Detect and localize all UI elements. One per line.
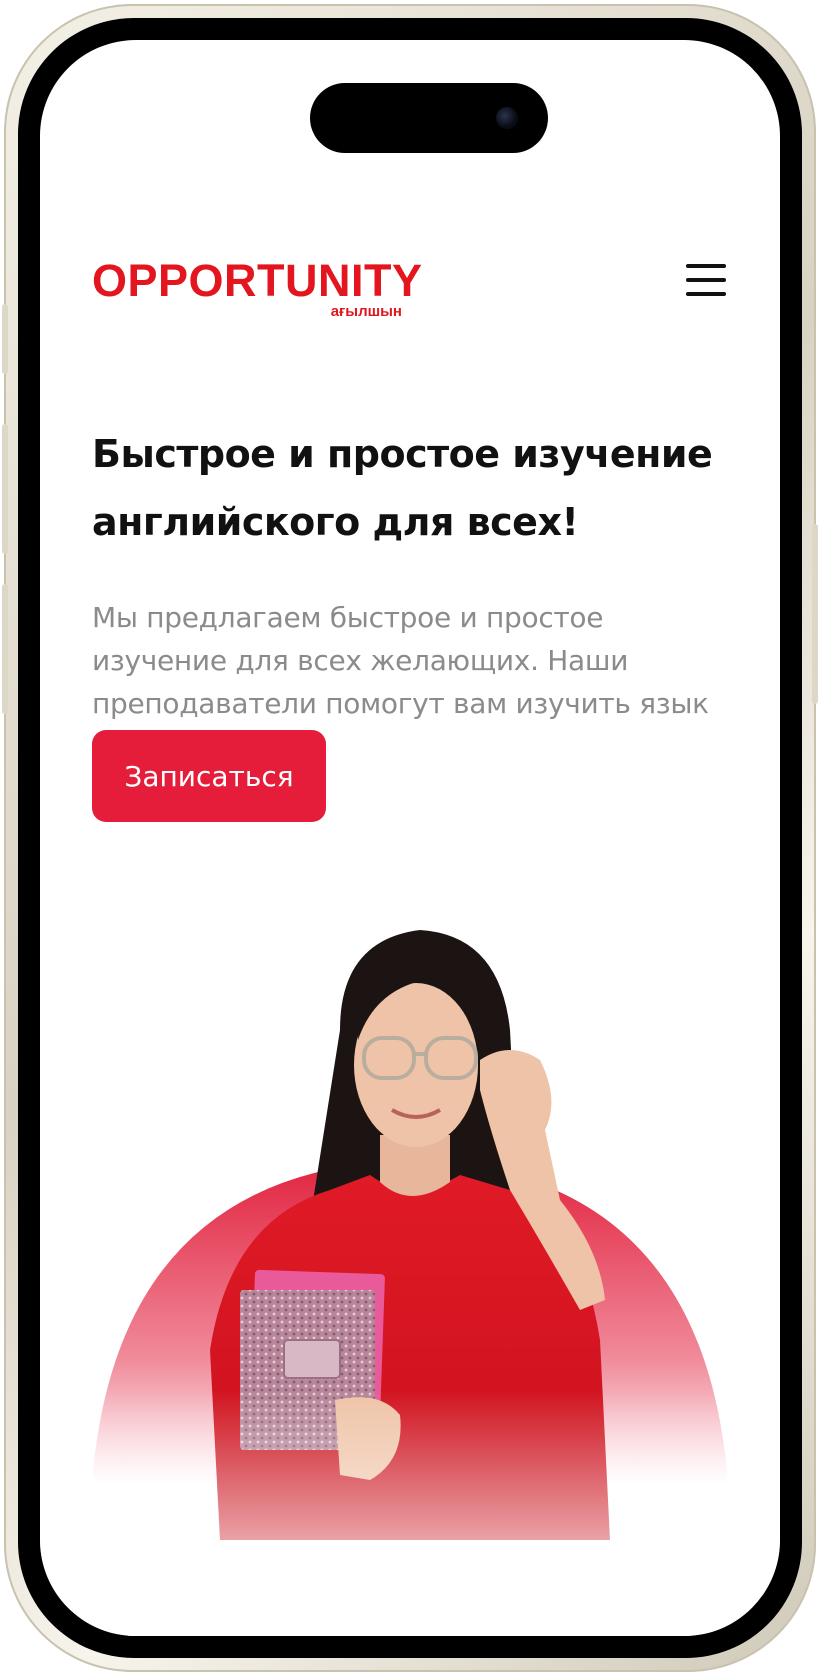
notebook-label [283, 1339, 341, 1379]
brand-logo[interactable]: OPPORTUNITY ағылшын [92, 255, 423, 320]
hero-title: Быстрое и простое изучение английского д… [92, 432, 713, 544]
hamburger-menu-icon[interactable] [686, 262, 726, 298]
phone-frame: OPPORTUNITY ағылшын Быстрое и простое из… [2, 4, 818, 1672]
menu-line [686, 264, 726, 268]
side-button-volume-down [2, 584, 8, 714]
menu-line [686, 292, 726, 296]
hero-image [40, 920, 780, 1636]
hero-illustration [40, 930, 780, 1636]
signup-button[interactable]: Записаться [92, 730, 326, 822]
front-camera-icon [496, 107, 518, 129]
fade-overlay [40, 1390, 780, 1636]
dynamic-island [310, 83, 548, 153]
phone-screen: OPPORTUNITY ағылшын Быстрое и простое из… [40, 40, 780, 1636]
logo-wordmark: OPPORTUNITY [92, 255, 423, 306]
side-button-volume-up [2, 424, 8, 554]
menu-line [686, 278, 726, 282]
phone-bezel: OPPORTUNITY ағылшын Быстрое и простое из… [18, 18, 802, 1658]
hero-description: Мы предлагаем быстрое и простое изучение… [92, 601, 709, 720]
side-button-action [2, 304, 8, 374]
logo-subtitle: ағылшын [330, 303, 402, 320]
side-button-power [812, 524, 818, 704]
